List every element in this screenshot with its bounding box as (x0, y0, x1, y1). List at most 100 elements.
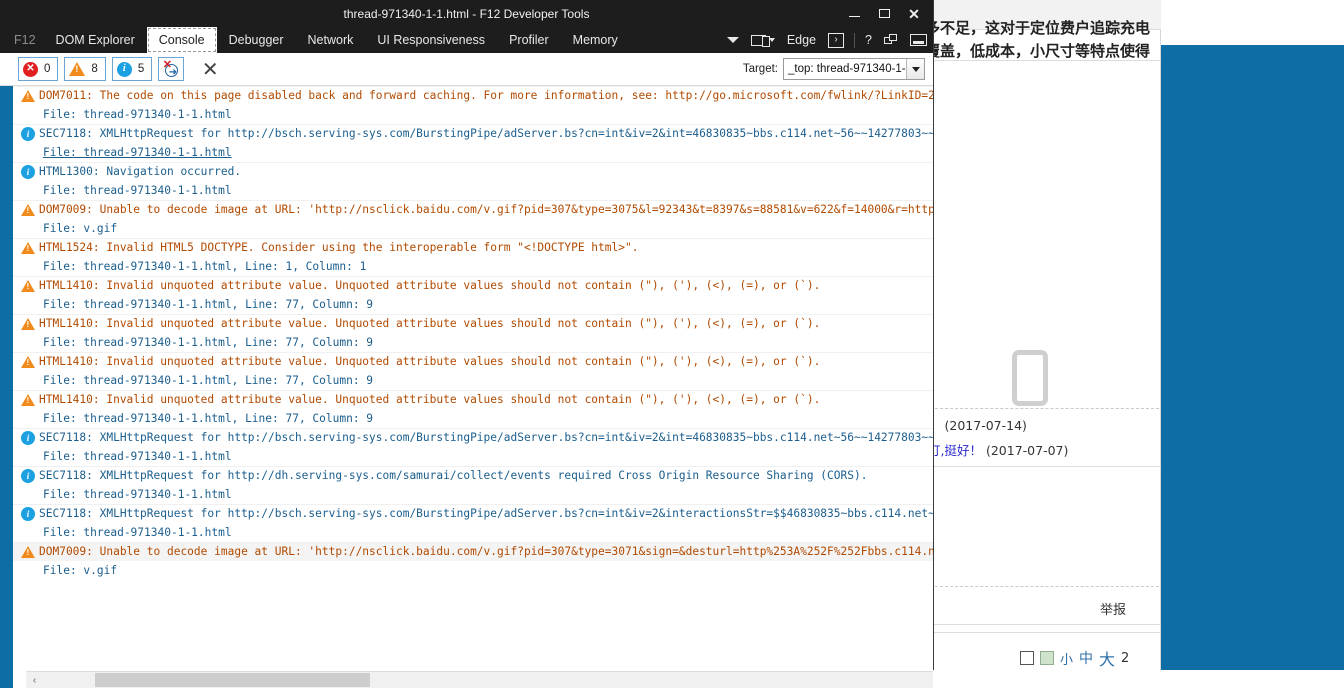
console-message-file-row[interactable]: File: thread-971340-1-1.html, Line: 77, … (13, 371, 933, 390)
background-divider-1 (933, 60, 1161, 61)
console-message-file-row[interactable]: File: thread-971340-1-1.html, Line: 1, C… (13, 257, 933, 276)
background-divider-5 (933, 624, 1161, 625)
close-button[interactable]: ✕ (899, 1, 929, 27)
font-size-controls[interactable]: 小 中 大 2 (1020, 646, 1129, 670)
devtools-window: thread-971340-1-1.html - F12 Developer T… (0, 0, 934, 670)
info-filter-button[interactable]: i 5 (112, 57, 152, 81)
emulation-button[interactable] (745, 27, 781, 53)
scroll-right-arrow-icon[interactable]: › (930, 672, 933, 688)
scrollbar-thumb[interactable] (95, 673, 370, 687)
f12-brand-label: F12 (0, 27, 44, 53)
console-message-file-row[interactable]: File: thread-971340-1-1.html (13, 143, 933, 162)
pin-window-icon (884, 34, 898, 47)
list-item[interactable]: ？ (2017-07-14) (928, 415, 1027, 434)
console-message-row[interactable]: HTML1524: Invalid HTML5 DOCTYPE. Conside… (13, 238, 933, 257)
target-select-value: _top: thread-971340-1-1 (788, 63, 912, 75)
minimize-icon (849, 16, 860, 17)
tab-network[interactable]: Network (296, 27, 366, 53)
target-selector-group: Target: _top: thread-971340-1-1 (743, 58, 925, 80)
console-message-file-row[interactable]: File: thread-971340-1-1.html (13, 181, 933, 200)
console-message-file: File: thread-971340-1-1.html (17, 184, 232, 197)
console-message-row[interactable]: HTML1410: Invalid unquoted attribute val… (13, 352, 933, 371)
console-message-file: File: thread-971340-1-1.html, Line: 77, … (17, 412, 373, 425)
console-message-text: SEC7118: XMLHttpRequest for http://dh.se… (39, 470, 867, 481)
list-item[interactable]: 灯,挺好！ (2017-07-07) (928, 440, 1068, 459)
console-message-file: File: thread-971340-1-1.html, Line: 1, C… (17, 260, 366, 273)
chevron-down-icon[interactable] (906, 59, 924, 79)
missing-glyph-box-icon (1012, 350, 1048, 406)
report-link[interactable]: 举报 (1100, 599, 1126, 618)
pin-window-button[interactable] (878, 27, 904, 53)
console-message-file[interactable]: File: thread-971340-1-1.html (17, 146, 232, 159)
error-circle-icon: ✕ (23, 62, 38, 77)
console-message-row[interactable]: iHTML1300: Navigation occurred. (13, 162, 933, 181)
console-message-file: File: v.gif (17, 222, 117, 235)
tab-debugger[interactable]: Debugger (217, 27, 296, 53)
clear-on-navigate-button[interactable]: ➜✕ (158, 57, 184, 81)
console-message-row[interactable]: DOM7011: The code on this page disabled … (13, 86, 933, 105)
warning-triangle-icon (21, 204, 35, 216)
font-size-small[interactable]: 小 (1060, 649, 1073, 668)
console-message-file-row[interactable]: File: thread-971340-1-1.html (13, 447, 933, 466)
help-button[interactable]: ? (859, 27, 878, 53)
font-size-medium[interactable]: 中 (1079, 648, 1093, 668)
info-circle-icon: i (21, 127, 35, 141)
target-select[interactable]: _top: thread-971340-1-1 (783, 58, 925, 80)
dock-button[interactable] (904, 27, 933, 53)
console-message-file-row[interactable]: File: thread-971340-1-1.html, Line: 77, … (13, 409, 933, 428)
console-message-file-row[interactable]: File: thread-971340-1-1.html (13, 523, 933, 542)
error-filter-button[interactable]: ✕ 0 (18, 57, 58, 81)
window-controls: ✕ (839, 0, 929, 27)
superscript-marker: 2 (1121, 651, 1129, 666)
warning-triangle-icon (21, 546, 35, 558)
console-message-file-row[interactable]: File: thread-971340-1-1.html, Line: 77, … (13, 295, 933, 314)
console-message-file: File: thread-971340-1-1.html (17, 526, 232, 539)
warning-filter-button[interactable]: 8 (64, 57, 105, 81)
info-circle-icon: i (117, 62, 132, 77)
tab-dom-explorer[interactable]: DOM Explorer (44, 27, 147, 53)
tab-memory[interactable]: Memory (561, 27, 630, 53)
console-message-row[interactable]: iSEC7118: XMLHttpRequest for http://dh.s… (13, 466, 933, 485)
info-icon-cell: i (17, 127, 39, 141)
close-icon: ✕ (908, 7, 920, 21)
console-message-row[interactable]: HTML1410: Invalid unquoted attribute val… (13, 390, 933, 409)
scrollbar-track[interactable] (43, 672, 930, 688)
dock-icon (910, 34, 927, 46)
tab-console[interactable]: Console (147, 27, 217, 53)
tab-ui-responsiveness[interactable]: UI Responsiveness (365, 27, 497, 53)
scroll-left-arrow-icon[interactable]: ‹ (26, 672, 43, 688)
console-message-file-row[interactable]: File: thread-971340-1-1.html (13, 105, 933, 124)
white-swatch-icon[interactable] (1020, 651, 1034, 665)
console-message-row[interactable]: DOM7009: Unable to decode image at URL: … (13, 200, 933, 219)
console-message-row[interactable]: HTML1410: Invalid unquoted attribute val… (13, 276, 933, 295)
console-message-row[interactable]: iSEC7118: XMLHttpRequest for http://bsch… (13, 504, 933, 523)
maximize-button[interactable] (869, 1, 899, 27)
tab-profiler[interactable]: Profiler (497, 27, 561, 53)
warning-icon-cell (17, 394, 39, 406)
minimize-button[interactable] (839, 1, 869, 27)
error-count: 0 (44, 63, 50, 75)
console-message-row[interactable]: iSEC7118: XMLHttpRequest for http://bsch… (13, 124, 933, 143)
title-bar: thread-971340-1-1.html - F12 Developer T… (0, 0, 933, 27)
green-swatch-icon[interactable] (1040, 651, 1054, 665)
horizontal-scrollbar[interactable]: ‹ › (26, 671, 933, 688)
console-message-text: HTML1524: Invalid HTML5 DOCTYPE. Conside… (39, 242, 638, 253)
console-message-file-row[interactable]: File: thread-971340-1-1.html (13, 485, 933, 504)
console-toolbar: ✕ 0 8 i 5 ➜✕ ✕ Target: _top: thread-9713… (0, 53, 933, 86)
browser-mode-label[interactable]: Edge (781, 27, 822, 53)
console-message-row[interactable]: HTML1410: Invalid unquoted attribute val… (13, 314, 933, 333)
console-message-list[interactable]: DOM7011: The code on this page disabled … (0, 86, 933, 688)
background-divider-2 (935, 408, 1159, 409)
console-message-file-row[interactable]: File: v.gif (13, 219, 933, 238)
console-toggle-button[interactable]: › (822, 27, 850, 53)
console-message-row[interactable]: DOM7009: Unable to decode image at URL: … (13, 542, 933, 561)
background-divider-6 (933, 632, 1161, 633)
toolbar-separator (854, 33, 855, 48)
font-size-large[interactable]: 大 (1099, 646, 1115, 670)
console-message-file-row[interactable]: File: v.gif (13, 561, 933, 580)
console-message-file-row[interactable]: File: thread-971340-1-1.html, Line: 77, … (13, 333, 933, 352)
tab-overflow-button[interactable] (721, 27, 745, 53)
target-label: Target: (743, 63, 778, 75)
clear-console-button[interactable]: ✕ (196, 55, 224, 83)
console-message-row[interactable]: iSEC7118: XMLHttpRequest for http://bsch… (13, 428, 933, 447)
